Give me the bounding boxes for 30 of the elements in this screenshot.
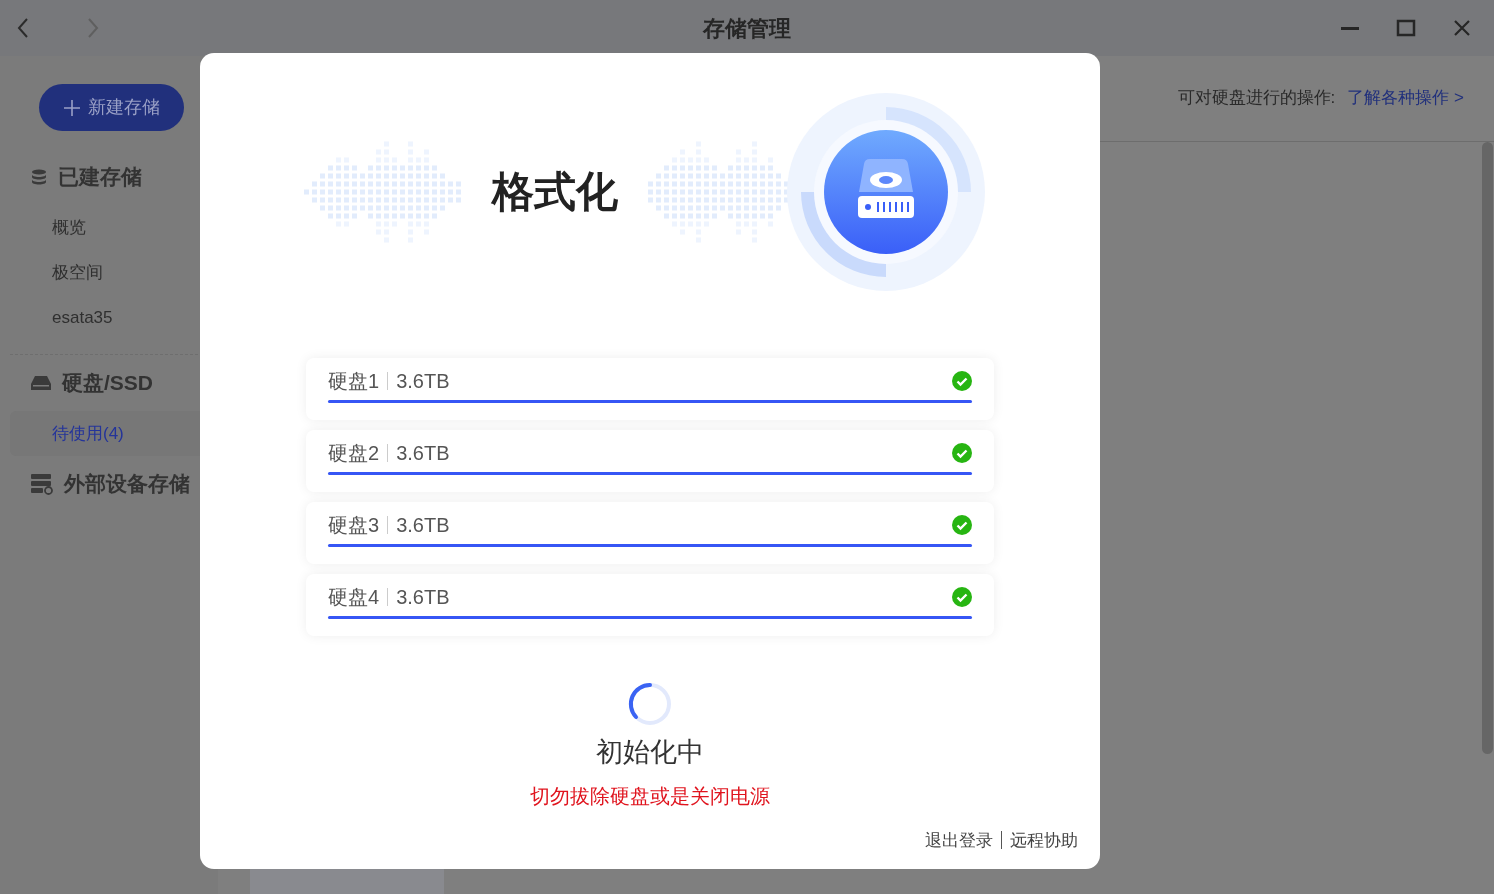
disk-name: 硬盘1 bbox=[328, 369, 380, 394]
disk-size: 3.6TB bbox=[396, 585, 450, 610]
disk-name: 硬盘4 bbox=[328, 585, 380, 610]
drive-emblem-icon bbox=[786, 91, 986, 292]
disk-size: 3.6TB bbox=[396, 369, 450, 394]
server-icon bbox=[30, 473, 54, 495]
dialog-title: 格式化 bbox=[492, 167, 618, 217]
window-title: 存储管理 bbox=[703, 14, 791, 43]
footer-link[interactable]: 远程协助 bbox=[1010, 827, 1078, 853]
disk-size: 3.6TB bbox=[396, 441, 450, 466]
close-icon[interactable] bbox=[1452, 18, 1472, 38]
header-text: 可对硬盘进行的操作: bbox=[1177, 86, 1336, 109]
loading-spinner-icon bbox=[628, 682, 672, 726]
section-title[interactable]: 硬盘/SSD bbox=[62, 367, 153, 399]
help-link[interactable]: 了解各种操作 > bbox=[1347, 84, 1464, 111]
disk-name: 硬盘3 bbox=[328, 513, 380, 538]
drive-icon bbox=[30, 374, 52, 392]
disk-name: 硬盘2 bbox=[328, 441, 380, 466]
disk-size: 3.6TB bbox=[396, 513, 450, 538]
database-icon bbox=[30, 168, 48, 186]
warning-text: 切勿拔除硬盘或是关闭电源 bbox=[530, 783, 770, 809]
section-title[interactable]: 已建存储 bbox=[58, 161, 142, 193]
back-icon[interactable] bbox=[16, 17, 30, 39]
new-storage-button[interactable]: 新建存储 bbox=[39, 84, 184, 131]
footer-link[interactable]: 退出登录 bbox=[925, 827, 993, 853]
maximize-icon[interactable] bbox=[1396, 18, 1416, 38]
scrollbar[interactable] bbox=[1482, 142, 1493, 754]
section-title[interactable]: 外部设备存储 bbox=[64, 468, 190, 500]
status-text: 初始化中 bbox=[596, 736, 704, 769]
plus-icon bbox=[63, 99, 80, 116]
